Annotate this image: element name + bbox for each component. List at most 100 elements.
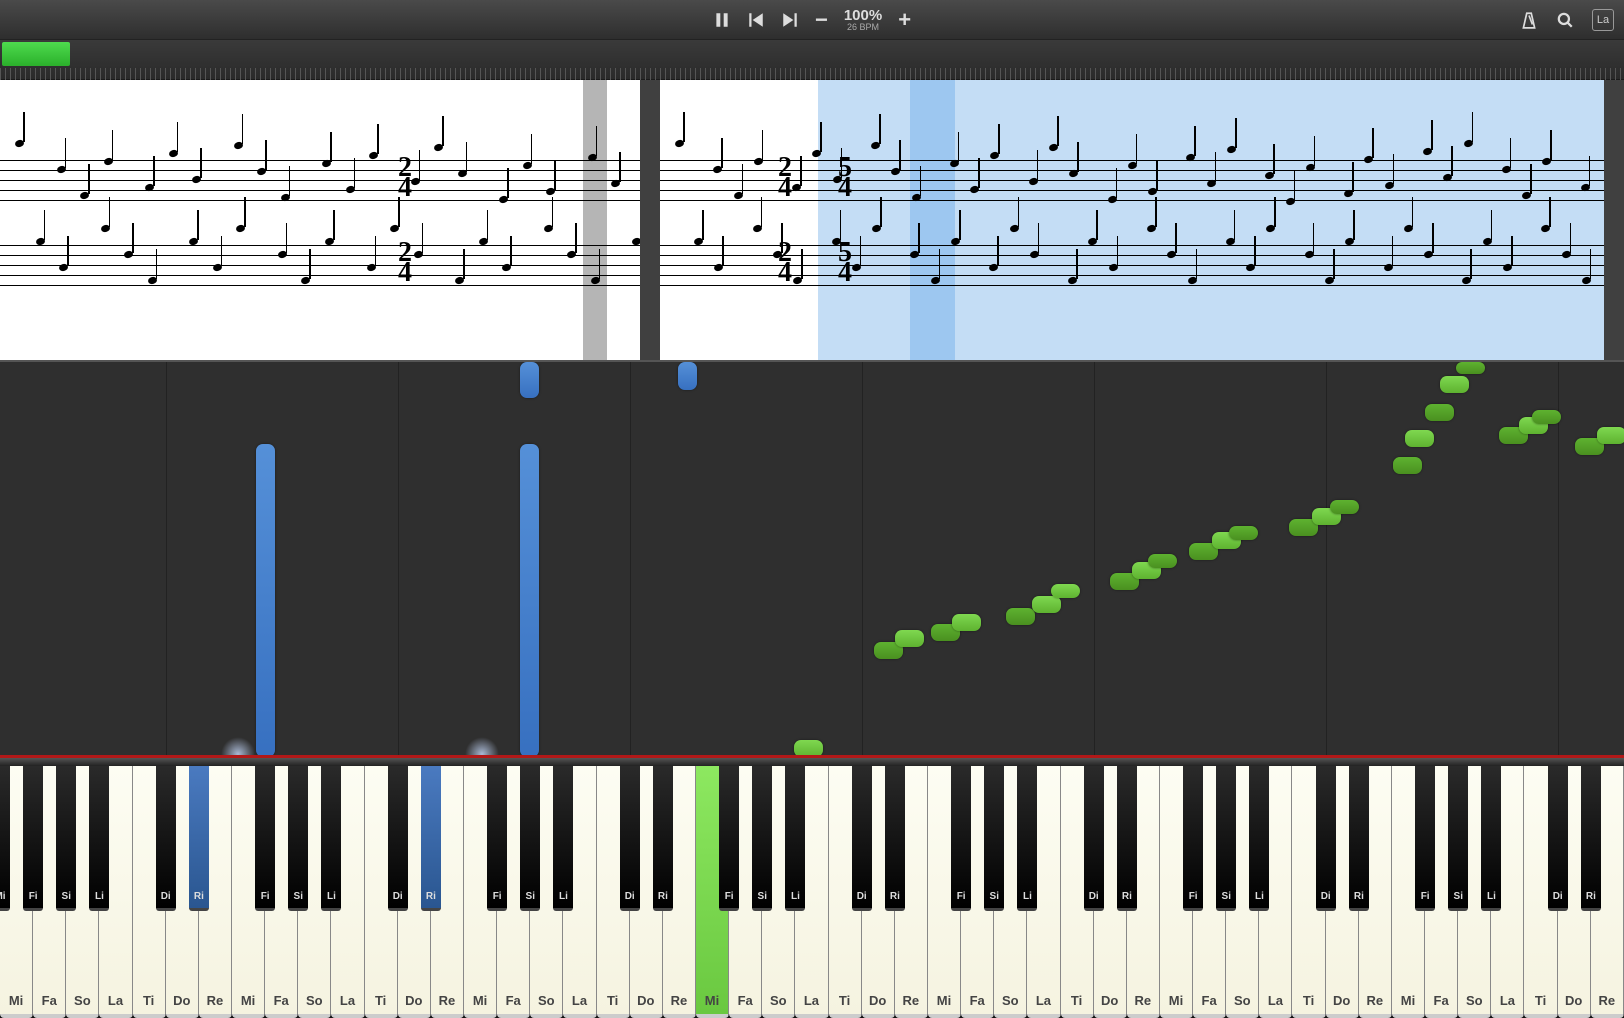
black-key[interactable]: Ri	[653, 766, 673, 911]
note-stem	[1451, 146, 1453, 176]
white-key-label: La	[331, 993, 363, 1008]
song-progress-bar[interactable]	[0, 40, 1624, 80]
white-key-label: Ti	[1524, 993, 1556, 1008]
octave-divider	[1326, 362, 1327, 755]
note-stem	[67, 236, 69, 266]
black-key[interactable]: Di	[388, 766, 408, 911]
black-key[interactable]: Di	[852, 766, 872, 911]
black-key-label: Ri	[1349, 891, 1369, 902]
black-key[interactable]: Di	[1316, 766, 1336, 911]
note-stem	[333, 210, 335, 240]
black-key[interactable]: Li	[785, 766, 805, 911]
falling-note	[1405, 430, 1434, 447]
falling-note	[1440, 376, 1469, 393]
black-key[interactable]: Fi	[719, 766, 739, 911]
black-key[interactable]: Si	[1448, 766, 1468, 911]
next-button[interactable]	[781, 11, 799, 29]
black-key[interactable]: Ri	[1349, 766, 1369, 911]
note-stem	[820, 122, 822, 152]
tempo-percent-label: 100%	[844, 8, 882, 23]
pause-button[interactable]	[713, 11, 731, 29]
black-key-label: Di	[1084, 891, 1104, 902]
black-key[interactable]: Li	[89, 766, 109, 911]
falling-note	[1456, 362, 1485, 374]
note-stem	[23, 112, 25, 142]
black-key[interactable]: Ri	[1117, 766, 1137, 911]
black-key[interactable]: Di	[1084, 766, 1104, 911]
falling-note	[1006, 608, 1035, 625]
metronome-icon[interactable]	[1520, 11, 1538, 29]
black-key[interactable]: Ri	[421, 766, 441, 911]
note-stem	[1037, 150, 1039, 180]
black-key[interactable]: Si	[984, 766, 1004, 911]
hit-glow	[465, 737, 499, 755]
black-key[interactable]: Fi	[255, 766, 275, 911]
black-key[interactable]: Fi	[1415, 766, 1435, 911]
tempo-minus-button[interactable]: −	[815, 7, 828, 33]
note-stem	[939, 249, 941, 279]
note-stem	[1590, 249, 1592, 279]
black-key-label: Si	[56, 891, 76, 902]
black-key-label: Li	[1481, 891, 1501, 902]
black-key[interactable]: Si	[520, 766, 540, 911]
black-key[interactable]: Li	[321, 766, 341, 911]
note-label-mode-button[interactable]: La	[1592, 9, 1614, 31]
black-key-label: Si	[752, 891, 772, 902]
note-stem	[153, 156, 155, 186]
note-stem	[289, 166, 291, 196]
note-stem	[377, 124, 379, 154]
white-key-label: Ti	[1061, 993, 1093, 1008]
black-key-label: Ri	[1117, 891, 1137, 902]
la-label: La	[1597, 14, 1609, 26]
black-key-label: Si	[984, 891, 1004, 902]
staff-bass	[0, 245, 640, 295]
black-key[interactable]: Fi	[487, 766, 507, 911]
white-key-label: La	[795, 993, 827, 1008]
white-key-label: Fa	[265, 993, 297, 1008]
previous-button[interactable]	[747, 11, 765, 29]
search-icon[interactable]	[1556, 11, 1574, 29]
white-key-label: La	[99, 993, 131, 1008]
black-key[interactable]: Ri	[885, 766, 905, 911]
white-key-label: La	[1259, 993, 1291, 1008]
black-key[interactable]: Di	[1548, 766, 1568, 911]
black-key[interactable]: Fi	[1183, 766, 1203, 911]
black-key[interactable]: Mi	[0, 766, 10, 911]
black-key[interactable]: Fi	[951, 766, 971, 911]
black-key-label: Mi	[0, 891, 10, 902]
black-key[interactable]: Ri	[1581, 766, 1601, 911]
black-key[interactable]: Li	[553, 766, 573, 911]
black-key[interactable]: Si	[288, 766, 308, 911]
octave-divider	[630, 362, 631, 755]
note-stem	[1412, 197, 1414, 227]
note-stem	[463, 249, 465, 279]
black-key[interactable]: Di	[156, 766, 176, 911]
sheet-page-right[interactable]: 24 24 54 54	[660, 80, 1604, 360]
falling-note	[1032, 596, 1061, 613]
black-key[interactable]: Li	[1017, 766, 1037, 911]
white-key-label: Do	[398, 993, 430, 1008]
black-key[interactable]: Si	[56, 766, 76, 911]
black-key[interactable]: Di	[620, 766, 640, 911]
time-signature-2-4-treble: 24	[398, 158, 412, 197]
note-stem	[1372, 128, 1374, 158]
black-key[interactable]: Ri	[189, 766, 209, 911]
note-stem	[899, 140, 901, 170]
note-stem	[398, 197, 400, 227]
tempo-plus-button[interactable]: +	[898, 7, 911, 33]
black-key[interactable]: Si	[1216, 766, 1236, 911]
black-key[interactable]: Si	[752, 766, 772, 911]
black-key[interactable]: Li	[1249, 766, 1269, 911]
black-key[interactable]: Fi	[23, 766, 43, 911]
white-key-label: Re	[1591, 993, 1623, 1008]
sheet-page-left[interactable]: 24 24	[0, 80, 640, 360]
note-stem	[221, 236, 223, 266]
note-stem	[1353, 210, 1355, 240]
note-stem	[1352, 162, 1354, 192]
note-stem	[841, 148, 843, 178]
note-stem	[1235, 118, 1237, 148]
black-key[interactable]: Li	[1481, 766, 1501, 911]
note-stem	[1076, 249, 1078, 279]
falling-note	[1393, 457, 1422, 474]
note-stem	[1530, 164, 1532, 194]
